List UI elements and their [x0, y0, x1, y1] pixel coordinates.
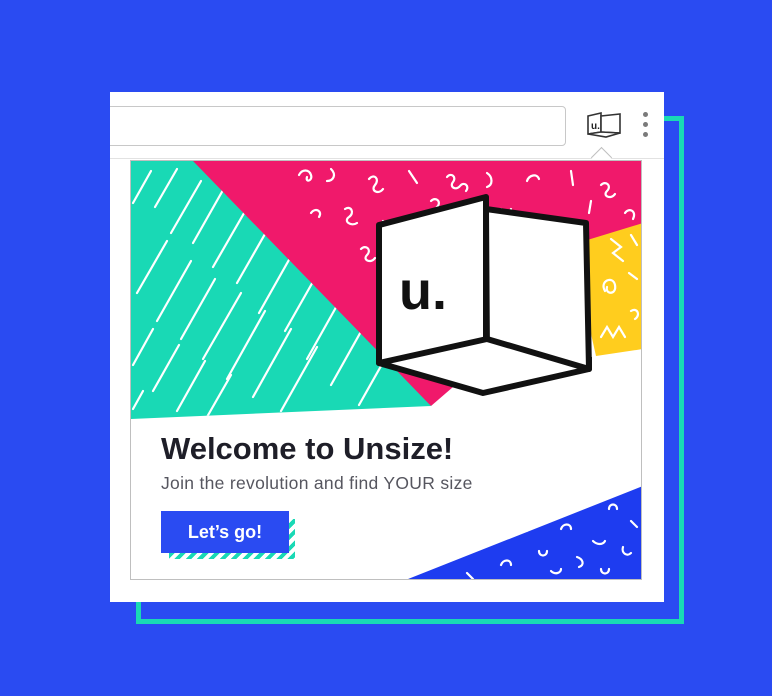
- lets-go-button[interactable]: Let’s go!: [161, 511, 289, 553]
- unsize-logo-box: u.: [376, 194, 592, 396]
- address-bar[interactable]: [110, 106, 566, 146]
- logo-letter: u.: [399, 261, 447, 321]
- extension-icon-letter: u.: [591, 121, 600, 132]
- browser-window: u. u. Welcome to Unsize! Join the revolu…: [110, 92, 664, 602]
- browser-toolbar: u.: [110, 92, 664, 159]
- unsize-extension-icon[interactable]: u.: [584, 110, 624, 142]
- extension-popup: u. Welcome to Unsize! Join the revolutio…: [130, 160, 642, 580]
- blue-wedge: [408, 486, 641, 579]
- welcome-heading: Welcome to Unsize!: [161, 431, 454, 466]
- welcome-subtitle: Join the revolution and find YOUR size: [161, 473, 473, 493]
- kebab-menu-icon[interactable]: [638, 112, 652, 142]
